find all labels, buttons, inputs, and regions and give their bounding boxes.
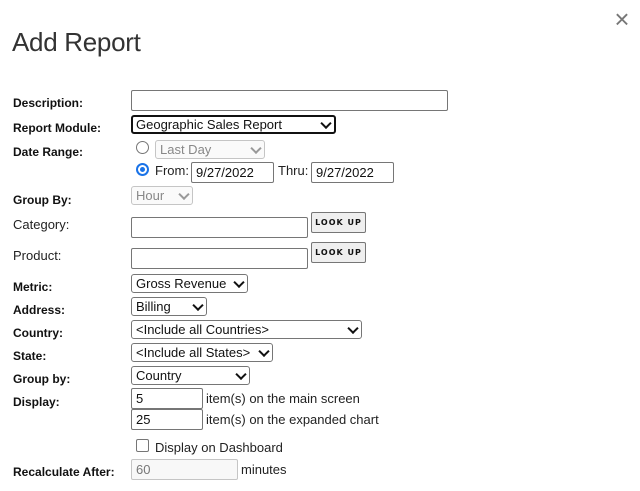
country-label: Country:	[13, 326, 63, 340]
chevron-down-icon	[320, 117, 332, 129]
product-label: Product:	[13, 248, 62, 263]
address-label: Address:	[13, 303, 66, 317]
group-by-label: Group By:	[13, 193, 72, 207]
date-from-input[interactable]	[191, 162, 274, 183]
display-on-dashboard-checkbox[interactable]	[136, 439, 149, 452]
chevron-down-icon	[192, 299, 204, 311]
group-by-2-select[interactable]: Country	[131, 366, 250, 385]
report-module-select[interactable]: Geographic Sales Report	[131, 115, 336, 134]
state-value: <Include all States>	[136, 345, 251, 360]
date-preset-radio[interactable]	[136, 141, 149, 154]
display-expanded-input[interactable]	[131, 409, 203, 430]
product-input[interactable]	[131, 248, 308, 269]
date-thru-input[interactable]	[311, 162, 394, 183]
country-select[interactable]: <Include all Countries>	[131, 320, 362, 339]
date-from-radio[interactable]	[136, 163, 149, 176]
category-lookup-button[interactable]: LOOK UP	[311, 212, 366, 233]
chevron-down-icon	[235, 368, 247, 380]
chevron-down-icon	[347, 322, 359, 334]
recalculate-input[interactable]	[131, 459, 238, 480]
group-by-value: Hour	[136, 188, 165, 203]
state-select[interactable]: <Include all States>	[131, 343, 273, 362]
group-by-select[interactable]: Hour	[131, 186, 193, 205]
display-expanded-suffix: item(s) on the expanded chart	[206, 412, 379, 427]
close-icon[interactable]: ×	[611, 6, 633, 32]
display-label: Display:	[13, 395, 60, 409]
report-module-label: Report Module:	[13, 121, 101, 135]
description-input[interactable]	[131, 90, 448, 111]
address-select[interactable]: Billing	[131, 297, 207, 316]
chevron-down-icon	[233, 276, 245, 288]
recalculate-suffix: minutes	[241, 462, 287, 477]
group-by-2-label: Group by:	[13, 372, 71, 386]
date-thru-label: Thru:	[278, 163, 309, 178]
description-label: Description:	[13, 96, 84, 110]
date-preset-select[interactable]: Last Day	[155, 140, 265, 159]
chevron-down-icon	[178, 188, 190, 200]
state-label: State:	[13, 349, 47, 363]
product-lookup-button[interactable]: LOOK UP	[311, 242, 366, 263]
chevron-down-icon	[250, 142, 262, 154]
date-preset-value: Last Day	[160, 142, 212, 157]
address-value: Billing	[136, 299, 171, 314]
display-main-input[interactable]	[131, 388, 203, 409]
report-module-value: Geographic Sales Report	[136, 117, 282, 132]
date-from-label: From:	[155, 163, 189, 178]
metric-label: Metric:	[13, 280, 53, 294]
display-main-suffix: item(s) on the main screen	[206, 391, 360, 406]
dialog-title: Add Report	[12, 27, 141, 57]
recalculate-after-label: Recalculate After:	[13, 465, 115, 479]
category-input[interactable]	[131, 217, 308, 238]
chevron-down-icon	[258, 345, 270, 357]
date-range-label: Date Range:	[13, 145, 84, 159]
category-label: Category:	[13, 217, 70, 232]
country-value: <Include all Countries>	[136, 322, 269, 337]
metric-select[interactable]: Gross Revenue	[131, 274, 248, 293]
group-by-2-value: Country	[136, 368, 182, 383]
display-on-dashboard-label: Display on Dashboard	[155, 440, 283, 455]
metric-value: Gross Revenue	[136, 276, 227, 291]
